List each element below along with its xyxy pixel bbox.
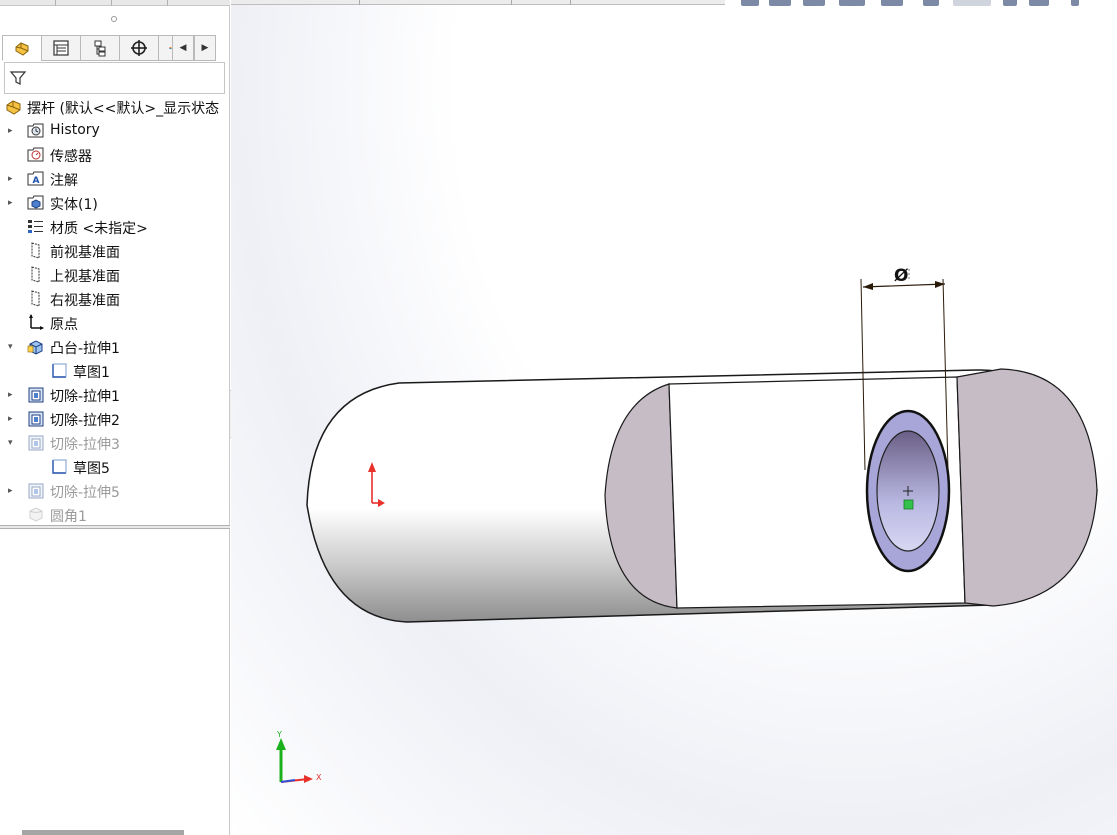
sketch-point-icon[interactable] bbox=[903, 499, 914, 510]
expand-arrow-icon[interactable]: ▸ bbox=[8, 414, 18, 424]
tree-item-label: 材质 <未指定> bbox=[50, 221, 148, 237]
triad-y-label: Y bbox=[276, 730, 282, 739]
tree-item[interactable]: ▾ 凸台-拉伸1 bbox=[0, 335, 230, 359]
tree-item-label: 切除-拉伸5 bbox=[50, 485, 120, 501]
tree-item-label: 摆杆 (默认<<默认>_显示状态 bbox=[27, 101, 220, 117]
part-icon bbox=[4, 97, 23, 116]
model-scene: Ø Y X bbox=[276, 266, 1098, 783]
history-folder-icon bbox=[26, 121, 45, 140]
annotation-folder-icon: A bbox=[26, 169, 45, 188]
material-icon bbox=[26, 217, 45, 236]
horizontal-scrollbar[interactable] bbox=[22, 830, 184, 835]
fillet-icon bbox=[26, 505, 45, 524]
tree-item-label: 圆角1 bbox=[50, 509, 87, 525]
tree-item-label: 切除-拉伸3 bbox=[50, 437, 120, 453]
graphics-area[interactable]: Ø Y X bbox=[231, 0, 1117, 835]
cut-extrude-icon bbox=[26, 481, 45, 500]
tree-item[interactable]: ▸ 实体(1) bbox=[0, 191, 230, 215]
tree-item[interactable]: 草图1 bbox=[0, 359, 230, 383]
expand-arrow-icon[interactable]: ▸ bbox=[8, 390, 18, 400]
tree-item-label: 切除-拉伸2 bbox=[50, 413, 120, 429]
boss-extrude-icon bbox=[26, 337, 45, 356]
dimension-diameter-label[interactable]: Ø bbox=[894, 266, 908, 286]
feature-tree: 摆杆 (默认<<默认>_显示状态 ▸ History 传感器 ▸ A 注解 ▸ 实体(1) 材质 … bbox=[0, 95, 230, 527]
tree-item[interactable]: ▸ History bbox=[0, 119, 230, 143]
panel-splitter[interactable] bbox=[0, 525, 230, 529]
tab-scroll-left-icon[interactable]: ◀ bbox=[172, 35, 194, 61]
panel-grip-icon[interactable] bbox=[111, 16, 117, 22]
tree-item-label: 草图1 bbox=[73, 365, 110, 381]
svg-text:A: A bbox=[33, 176, 40, 186]
tree-item[interactable]: ▸ 切除-拉伸1 bbox=[0, 383, 230, 407]
cut-extrude-icon bbox=[26, 433, 45, 452]
cut-extrude-icon bbox=[26, 409, 45, 428]
tree-item[interactable]: 传感器 bbox=[0, 143, 230, 167]
tree-item-label: 右视基准面 bbox=[50, 293, 120, 309]
tree-item-label: 切除-拉伸1 bbox=[50, 389, 120, 405]
feature-filter-field[interactable] bbox=[4, 62, 225, 94]
tree-item-label: History bbox=[50, 122, 100, 138]
tab-scroll-right-icon[interactable]: ▶ bbox=[194, 35, 216, 61]
tree-item[interactable]: 草图5 bbox=[0, 455, 230, 479]
tree-item-label: 原点 bbox=[50, 317, 78, 333]
property-list-icon bbox=[53, 40, 69, 56]
triad-x-label: X bbox=[316, 773, 322, 782]
tree-item[interactable]: 前视基准面 bbox=[0, 239, 230, 263]
solid-bodies-folder-icon bbox=[26, 193, 45, 212]
configuration-manager-tab[interactable] bbox=[80, 35, 119, 61]
tree-item[interactable]: 右视基准面 bbox=[0, 287, 230, 311]
plane-icon bbox=[26, 289, 45, 308]
feature-manager-panel: ◀ ▶ 摆杆 (默认<<默认>_显示状态 ▸ History 传感器 ▸ A 注解 ▸ 实体(1… bbox=[0, 0, 230, 835]
sketch-icon bbox=[49, 361, 68, 380]
right-end-face[interactable] bbox=[956, 368, 1098, 607]
tree-item-label: 上视基准面 bbox=[50, 269, 120, 285]
tree-item-label: 传感器 bbox=[50, 149, 92, 165]
tree-item-label: 注解 bbox=[50, 173, 78, 189]
tree-item[interactable]: ▸ 切除-拉伸2 bbox=[0, 407, 230, 431]
sketch-icon bbox=[49, 457, 68, 476]
filter-icon bbox=[9, 71, 27, 85]
plane-icon bbox=[26, 265, 45, 284]
expand-arrow-icon[interactable]: ▸ bbox=[8, 174, 18, 184]
cut-extrude-icon bbox=[26, 385, 45, 404]
plane-icon bbox=[26, 241, 45, 260]
manager-tabs: ◀ ▶ bbox=[2, 35, 228, 61]
display-manager-tab[interactable] bbox=[158, 35, 172, 61]
tree-item[interactable]: 圆角1 bbox=[0, 503, 230, 527]
configuration-icon bbox=[94, 40, 106, 57]
tree-item[interactable]: 上视基准面 bbox=[0, 263, 230, 287]
crosshair-icon bbox=[131, 40, 147, 56]
feature-manager-tab[interactable] bbox=[2, 35, 41, 61]
solidworks-window: ◀ ▶ 摆杆 (默认<<默认>_显示状态 ▸ History 传感器 ▸ A 注解 ▸ 实体(1… bbox=[0, 0, 1117, 835]
tree-item[interactable]: ▸ A 注解 bbox=[0, 167, 230, 191]
tree-item-label: 凸台-拉伸1 bbox=[50, 341, 120, 357]
tree-item-label: 草图5 bbox=[73, 461, 110, 477]
collapse-arrow-icon[interactable]: ▾ bbox=[8, 342, 18, 352]
view-triad-icon: Y X bbox=[276, 730, 322, 783]
top-tab-strip bbox=[0, 0, 230, 6]
part-icon bbox=[15, 42, 29, 56]
expand-arrow-icon[interactable]: ▸ bbox=[8, 198, 18, 208]
expand-arrow-icon[interactable]: ▸ bbox=[8, 486, 18, 496]
tree-item[interactable]: 原点 bbox=[0, 311, 230, 335]
origin-icon bbox=[26, 313, 45, 332]
collapse-arrow-icon[interactable]: ▾ bbox=[8, 438, 18, 448]
tree-item[interactable]: 材质 <未指定> bbox=[0, 215, 230, 239]
tree-root[interactable]: 摆杆 (默认<<默认>_显示状态 bbox=[0, 95, 230, 119]
dimxpert-manager-tab[interactable] bbox=[119, 35, 158, 61]
tree-item[interactable]: ▾ 切除-拉伸3 bbox=[0, 431, 230, 455]
tree-item-label: 前视基准面 bbox=[50, 245, 120, 261]
sensor-folder-icon bbox=[26, 145, 45, 164]
expand-arrow-icon[interactable]: ▸ bbox=[8, 126, 18, 136]
tree-item[interactable]: ▸ 切除-拉伸5 bbox=[0, 479, 230, 503]
tree-item-label: 实体(1) bbox=[50, 197, 98, 213]
property-manager-tab[interactable] bbox=[41, 35, 80, 61]
